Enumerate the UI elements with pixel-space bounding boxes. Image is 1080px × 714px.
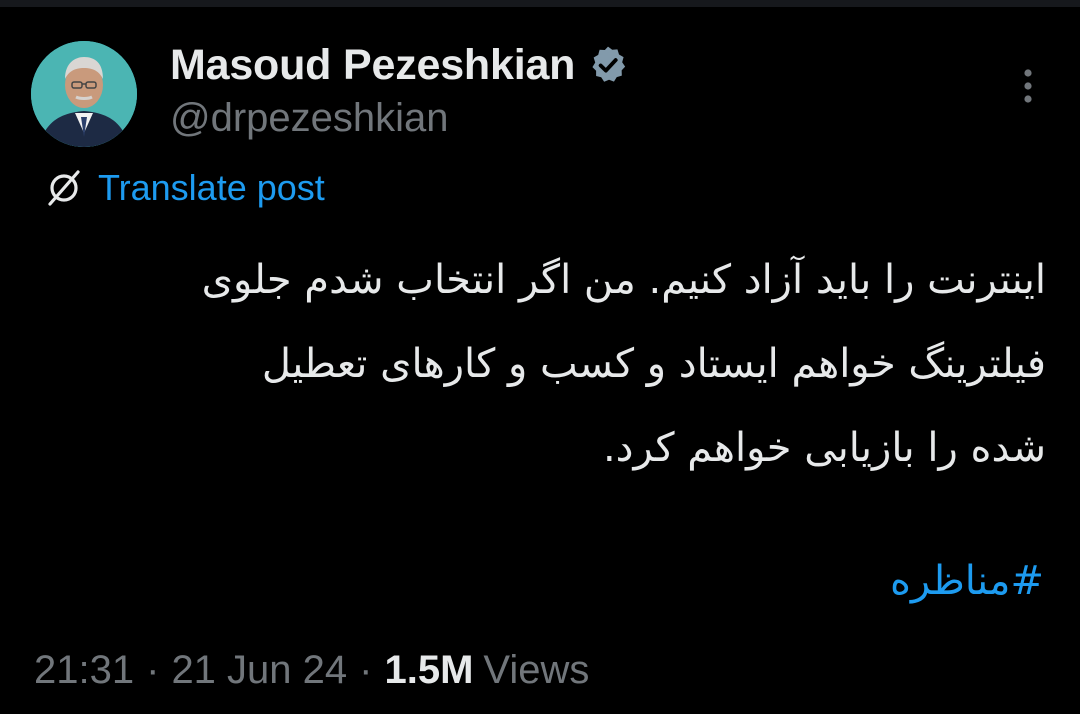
- meta-separator: ·: [146, 647, 160, 692]
- hashtag-link[interactable]: #مناظره: [890, 558, 1044, 604]
- meta-separator: ·: [359, 647, 373, 692]
- translate-post-label: Translate post: [98, 167, 325, 208]
- tweet-line: اینترنت را باید آزاد کنیم. من اگر انتخاب…: [201, 257, 1046, 303]
- tweet-text: اینترنت را باید آزاد کنیم. من اگر انتخاب…: [40, 238, 1046, 490]
- author-handle[interactable]: @drpezeshkian: [170, 96, 449, 141]
- author-avatar[interactable]: [31, 41, 137, 147]
- author-name-row: Masoud Pezeshkian: [170, 40, 629, 90]
- tweet-line: شده را بازیابی خواهم کرد.: [602, 425, 1046, 471]
- views-label: Views: [483, 647, 590, 692]
- verified-badge-icon: [592, 46, 626, 82]
- top-divider: [0, 0, 1080, 7]
- more-vertical-icon: [1024, 69, 1032, 103]
- post-date[interactable]: 21 Jun 24: [171, 648, 347, 693]
- tweet-line: فیلترینگ خواهم ایستاد و کسب و کارهای تعط…: [261, 341, 1046, 387]
- portrait-icon: [31, 41, 137, 147]
- translate-globe-icon: [48, 170, 80, 206]
- post-time[interactable]: 21:31: [34, 648, 134, 693]
- tweet-meta: 21:31 · 21 Jun 24 · 1.5M Views: [34, 644, 589, 696]
- translate-post-button[interactable]: Translate post: [44, 166, 325, 210]
- more-options-button[interactable]: [1008, 66, 1048, 106]
- views-count[interactable]: 1.5M: [384, 648, 473, 693]
- author-display-name[interactable]: Masoud Pezeshkian: [170, 41, 575, 90]
